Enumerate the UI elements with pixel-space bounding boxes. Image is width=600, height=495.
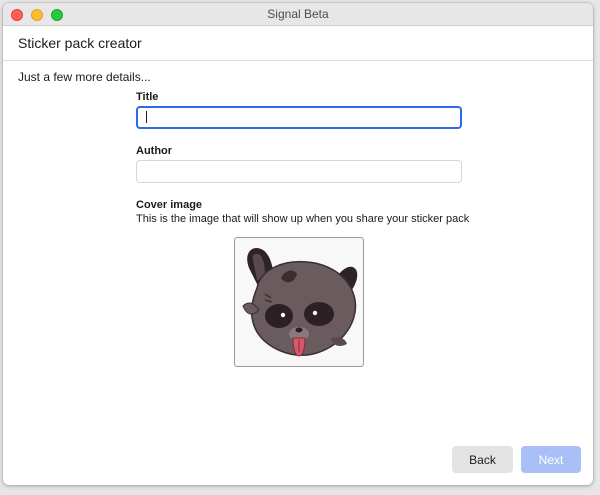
title-field-wrapper: [136, 106, 462, 129]
text-caret: [146, 111, 147, 123]
cover-image-label: Cover image: [136, 199, 203, 211]
close-window-button[interactable]: [11, 9, 23, 21]
title-label: Title: [136, 91, 159, 103]
back-button[interactable]: Back: [452, 446, 513, 473]
author-label: Author: [136, 145, 173, 157]
author-input[interactable]: [136, 160, 462, 183]
title-bar: Signal Beta: [3, 3, 593, 26]
page-title: Sticker pack creator: [18, 35, 142, 51]
title-input[interactable]: [136, 106, 462, 129]
cover-image-helper: This is the image that will show up when…: [136, 213, 470, 225]
app-window: Signal Beta Sticker pack creator Just a …: [3, 3, 593, 485]
zoom-window-button[interactable]: [51, 9, 63, 21]
section-heading: Just a few more details...: [18, 70, 151, 84]
minimize-window-button[interactable]: [31, 9, 43, 21]
page-header: Sticker pack creator: [3, 26, 593, 61]
sticker-image: [242, 248, 358, 357]
cover-image-picker[interactable]: [234, 237, 364, 367]
next-button[interactable]: Next: [521, 446, 581, 473]
window-title: Signal Beta: [267, 7, 329, 21]
window-controls: [11, 9, 63, 21]
